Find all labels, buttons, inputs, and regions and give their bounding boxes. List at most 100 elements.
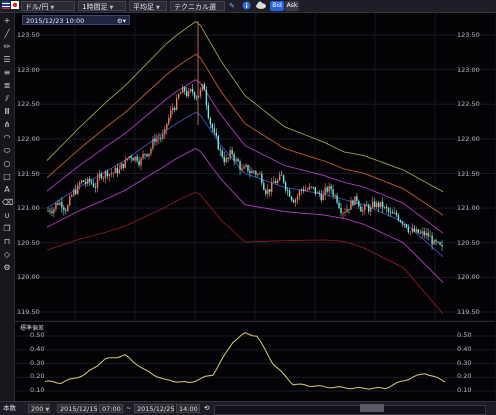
candle-body bbox=[225, 158, 227, 163]
candle-body bbox=[106, 171, 109, 177]
plus-icon[interactable]: + bbox=[2, 16, 12, 26]
candle-body bbox=[90, 181, 93, 184]
parallel-icon[interactable]: ⫽ bbox=[2, 94, 12, 104]
candle-body bbox=[300, 189, 303, 191]
rectangle-icon[interactable]: □ bbox=[2, 172, 12, 182]
candle-body bbox=[332, 189, 334, 196]
candle-body bbox=[284, 182, 287, 191]
channel-icon[interactable]: ≣ bbox=[2, 81, 12, 91]
candle-body bbox=[344, 212, 346, 214]
candle-body bbox=[298, 190, 301, 197]
candle-body bbox=[399, 220, 402, 223]
price-tick-label: 123.00 bbox=[457, 65, 480, 74]
candle-body bbox=[282, 175, 285, 183]
candle-body bbox=[63, 207, 65, 211]
candle-body bbox=[227, 158, 229, 159]
ask-button[interactable]: Ask bbox=[285, 1, 299, 11]
pencil-icon[interactable]: ✎ bbox=[229, 1, 239, 11]
candle-body bbox=[96, 178, 99, 188]
candle-body bbox=[150, 148, 152, 154]
indicator-pane[interactable] bbox=[15, 321, 495, 401]
ellipse-icon[interactable]: ⬭ bbox=[2, 146, 12, 156]
candle-body bbox=[271, 182, 273, 192]
candle-body bbox=[69, 196, 71, 206]
period-select[interactable]: 200 ▼ bbox=[28, 404, 50, 413]
candle-body bbox=[249, 171, 251, 174]
candle-body bbox=[235, 159, 237, 161]
candle-body bbox=[292, 200, 295, 203]
candle-body bbox=[320, 194, 322, 201]
candle-body bbox=[221, 150, 223, 157]
to-time-field[interactable]: 14:00 bbox=[176, 404, 200, 413]
candle-body bbox=[73, 189, 75, 196]
candle-body bbox=[160, 138, 162, 139]
band-line-2 bbox=[46, 79, 444, 234]
settings-icon[interactable]: ⚙▾ bbox=[117, 16, 126, 26]
circle-icon[interactable]: ○ bbox=[2, 159, 12, 169]
candle-body bbox=[177, 94, 180, 99]
indicator-tick-label: 0.10 bbox=[30, 386, 45, 394]
text-icon[interactable]: A bbox=[2, 185, 12, 195]
candle-body bbox=[350, 200, 352, 210]
cloud-icon[interactable] bbox=[255, 1, 267, 11]
pencil-tool-icon[interactable]: ✏ bbox=[2, 42, 12, 52]
candle-body bbox=[55, 203, 57, 210]
chevron-down-icon: ▼ bbox=[156, 5, 160, 11]
timeframe-select[interactable]: 1時間足 ▼ bbox=[78, 1, 126, 11]
candle-body bbox=[162, 134, 164, 139]
candle-body bbox=[92, 183, 95, 187]
settings-icon[interactable]: ⚙ bbox=[2, 263, 12, 273]
bars-icon[interactable]: Ⅲ bbox=[2, 107, 12, 117]
line-icon[interactable]: ╱ bbox=[2, 29, 12, 39]
price-tick-label: 119.50 bbox=[457, 308, 480, 316]
fib-icon[interactable]: ≡ bbox=[2, 68, 12, 78]
candle-body bbox=[385, 206, 388, 209]
candle-body bbox=[47, 210, 49, 212]
bid-button[interactable]: Bid bbox=[270, 1, 284, 11]
info-icon[interactable] bbox=[242, 1, 252, 11]
technical-select[interactable]: テクニカル選択▼ bbox=[170, 1, 225, 21]
symbol-select[interactable]: ドル/円 ▼ bbox=[21, 1, 75, 11]
candle-body bbox=[110, 173, 113, 175]
candle-body bbox=[191, 89, 194, 93]
horizontal-lines-icon[interactable]: ☰ bbox=[2, 55, 12, 65]
indicator-grid bbox=[15, 335, 495, 392]
pitchfork-icon[interactable]: ⋔ bbox=[2, 120, 12, 130]
candle-body bbox=[67, 205, 69, 212]
candle-body bbox=[255, 171, 257, 175]
candle-body bbox=[312, 186, 315, 188]
average-select[interactable]: 平均足 ▼ bbox=[129, 1, 167, 11]
from-time-field[interactable]: 07:00 bbox=[99, 404, 123, 413]
candle-body bbox=[358, 201, 360, 207]
refresh-icon[interactable]: ⟲ bbox=[204, 404, 209, 413]
candle-body bbox=[334, 195, 336, 197]
candle-body bbox=[88, 178, 91, 182]
candle-body bbox=[168, 117, 170, 124]
candle-body bbox=[132, 158, 134, 161]
magnet-icon[interactable]: ∪ bbox=[2, 211, 12, 221]
flag-us-icon bbox=[2, 1, 10, 11]
lock-icon[interactable]: ⊓ bbox=[2, 237, 12, 247]
from-date-field[interactable]: 2015/12/15 bbox=[57, 404, 97, 413]
candle-body bbox=[154, 138, 156, 142]
trash-icon[interactable]: ⌫ bbox=[2, 198, 13, 208]
candle-body bbox=[134, 156, 136, 161]
copy-icon[interactable]: ❐ bbox=[2, 224, 12, 234]
candle-body bbox=[340, 208, 342, 213]
indicator-tick-label: 0.30 bbox=[457, 358, 472, 367]
chevron-down-icon: ▼ bbox=[109, 5, 114, 11]
candle-body bbox=[431, 235, 433, 245]
candle-body bbox=[152, 138, 154, 149]
to-date-field[interactable]: 2015/12/25 bbox=[134, 404, 174, 413]
candle-body bbox=[156, 139, 158, 142]
candle-body bbox=[372, 201, 374, 208]
scrollbar-thumb[interactable] bbox=[360, 404, 384, 412]
arc-icon[interactable]: ◠ bbox=[2, 133, 12, 143]
candle-body bbox=[360, 206, 362, 212]
candle-body bbox=[219, 149, 221, 151]
candle-body bbox=[395, 212, 398, 216]
price-tick-label: 122.50 bbox=[17, 100, 40, 109]
price-chart-pane[interactable] bbox=[15, 13, 495, 320]
price-tick-label: 121.50 bbox=[17, 169, 40, 178]
eraser-icon[interactable]: ◇ bbox=[2, 250, 12, 260]
